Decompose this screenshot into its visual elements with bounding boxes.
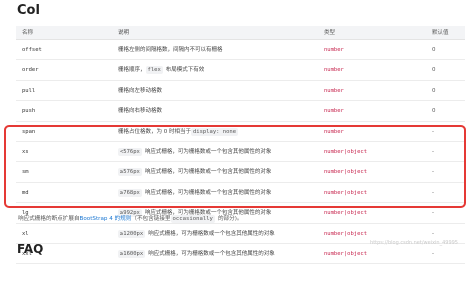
table-row: span 栅格占位格数，为 0 时相当于 display: none number - bbox=[16, 122, 465, 142]
bootstrap-link[interactable]: BootStrap 4 的规则 bbox=[80, 216, 132, 222]
param-type: number|object bbox=[324, 169, 368, 176]
description-text-after: 响应式栅格，可为栅格数或一个包含其他属性的对象 bbox=[144, 169, 272, 176]
param-description: 栅格左侧的间隔格数，间隔内不可以有栅格 bbox=[118, 40, 330, 60]
param-default: - bbox=[432, 169, 434, 176]
table-row: order 栅格顺序， flex 布局模式下有效 number 0 bbox=[16, 60, 465, 81]
inline-code: display: none bbox=[191, 127, 239, 136]
description-text-after: 布局模式下有效 bbox=[165, 67, 205, 74]
description-text: 栅格占位格数，为 0 时相当于 bbox=[118, 128, 191, 135]
param-default: - bbox=[432, 189, 434, 196]
header-desc: 说明 bbox=[118, 30, 130, 36]
param-default: 0 bbox=[432, 67, 436, 74]
param-default: 0 bbox=[432, 87, 436, 94]
header-param: 名称 bbox=[22, 30, 34, 36]
description-text-after: 响应式栅格，可为栅格数或一个包含其他属性的对象 bbox=[148, 230, 275, 237]
param-type: number bbox=[324, 67, 344, 74]
param-name: span bbox=[22, 128, 36, 135]
table-row: push 栅格向右移动格数 number 0 bbox=[16, 101, 465, 122]
param-name: offset bbox=[22, 47, 42, 53]
param-default: 0 bbox=[432, 47, 436, 53]
footnote-suffix: 的部分)。 bbox=[217, 216, 243, 222]
footnote-prefix: 响应式栅格的断点扩展自 bbox=[18, 216, 80, 222]
inline-code: ≥1200px bbox=[118, 229, 146, 238]
inline-code: <576px bbox=[118, 147, 142, 156]
param-default: - bbox=[432, 210, 434, 217]
param-type: number bbox=[324, 128, 344, 135]
footnote-code: occasionally bbox=[170, 215, 215, 223]
param-name: sm bbox=[22, 169, 29, 176]
header-default: 默认值 bbox=[432, 30, 449, 36]
param-type: number bbox=[324, 47, 344, 53]
page-title: Col bbox=[17, 3, 40, 18]
param-type: number bbox=[324, 108, 344, 115]
header-type: 类型 bbox=[324, 30, 336, 36]
table-row: pull 栅格向左移动格数 number 0 bbox=[16, 81, 465, 102]
param-default: - bbox=[432, 250, 434, 257]
table-row: sm ≥576px 响应式栅格，可为栅格数或一个包含其他属性的对象 number|ob… bbox=[16, 162, 465, 183]
param-description: <576px 响应式栅格，可为栅格数或一个包含其他属性的对象 bbox=[118, 142, 330, 162]
table-row: md ≥768px 响应式栅格，可为栅格数或一个包含其他属性的对象 number|ob… bbox=[16, 183, 465, 204]
param-type: number|object bbox=[324, 210, 368, 217]
param-description: ≥768px 响应式栅格，可为栅格数或一个包含其他属性的对象 bbox=[118, 183, 330, 203]
inline-code: ≥1600px bbox=[118, 249, 146, 258]
description-text: 栅格左侧的间隔格数，间隔内不可以有栅格 bbox=[118, 47, 223, 53]
table-header: 名称 说明 类型 默认值 bbox=[16, 26, 465, 40]
param-name: order bbox=[22, 67, 39, 74]
param-description: ≥576px 响应式栅格，可为栅格数或一个包含其他属性的对象 bbox=[118, 162, 330, 182]
inline-code: ≥576px bbox=[118, 168, 142, 177]
description-text-after: 响应式栅格，可为栅格数或一个包含其他属性的对象 bbox=[144, 148, 272, 155]
description-text: 栅格向左移动格数 bbox=[118, 87, 163, 94]
table-row: offset 栅格左侧的间隔格数，间隔内不可以有栅格 number 0 bbox=[16, 40, 465, 61]
footnote: 响应式栅格的断点扩展自BootStrap 4 的规则（不包含链接里 occasio… bbox=[18, 214, 243, 223]
param-type: number|object bbox=[324, 148, 368, 155]
description-text: 栅格顺序， bbox=[118, 67, 146, 74]
param-description: ≥1200px 响应式栅格，可为栅格数或一个包含其他属性的对象 bbox=[118, 224, 330, 244]
param-description: 栅格向右移动格数 bbox=[118, 101, 330, 121]
api-table: 名称 说明 类型 默认值 offset 栅格左侧的间隔格数，间隔内不可以有栅格 nu… bbox=[16, 26, 465, 265]
inline-code: flex bbox=[145, 66, 163, 75]
table-row: xxl ≥1600px 响应式栅格，可为栅格数或一个包含其他属性的对象 number|… bbox=[16, 244, 465, 265]
param-name: xs bbox=[22, 148, 29, 155]
param-name: md bbox=[22, 189, 29, 196]
param-name: xl bbox=[22, 230, 29, 237]
param-default: - bbox=[432, 148, 434, 155]
param-description: 栅格向左移动格数 bbox=[118, 81, 330, 101]
param-description: 栅格占位格数，为 0 时相当于 display: none bbox=[118, 122, 330, 142]
param-default: - bbox=[432, 128, 434, 135]
param-type: number bbox=[324, 87, 344, 94]
watermark: https://blog.csdn.net/weixin_49995 bbox=[370, 240, 458, 246]
param-name: push bbox=[22, 108, 36, 115]
param-type: number|object bbox=[324, 250, 368, 257]
faq-title: FAQ bbox=[17, 242, 44, 256]
table-body: offset 栅格左侧的间隔格数，间隔内不可以有栅格 number 0 order 栅格顺… bbox=[16, 40, 465, 265]
param-description: 栅格顺序， flex 布局模式下有效 bbox=[118, 60, 330, 80]
table-row: xs <576px 响应式栅格，可为栅格数或一个包含其他属性的对象 number|ob… bbox=[16, 142, 465, 163]
param-description: ≥1600px 响应式栅格，可为栅格数或一个包含其他属性的对象 bbox=[118, 244, 330, 264]
param-type: number|object bbox=[324, 189, 368, 196]
description-text-after: 响应式栅格，可为栅格数或一个包含其他属性的对象 bbox=[144, 189, 272, 196]
description-text-after: 响应式栅格，可为栅格数或一个包含其他属性的对象 bbox=[148, 250, 275, 257]
inline-code: ≥768px bbox=[118, 188, 142, 197]
footnote-middle: （不包含链接里 bbox=[131, 216, 171, 222]
description-text: 栅格向右移动格数 bbox=[118, 108, 163, 115]
param-name: pull bbox=[22, 87, 36, 94]
param-default: 0 bbox=[432, 108, 436, 115]
